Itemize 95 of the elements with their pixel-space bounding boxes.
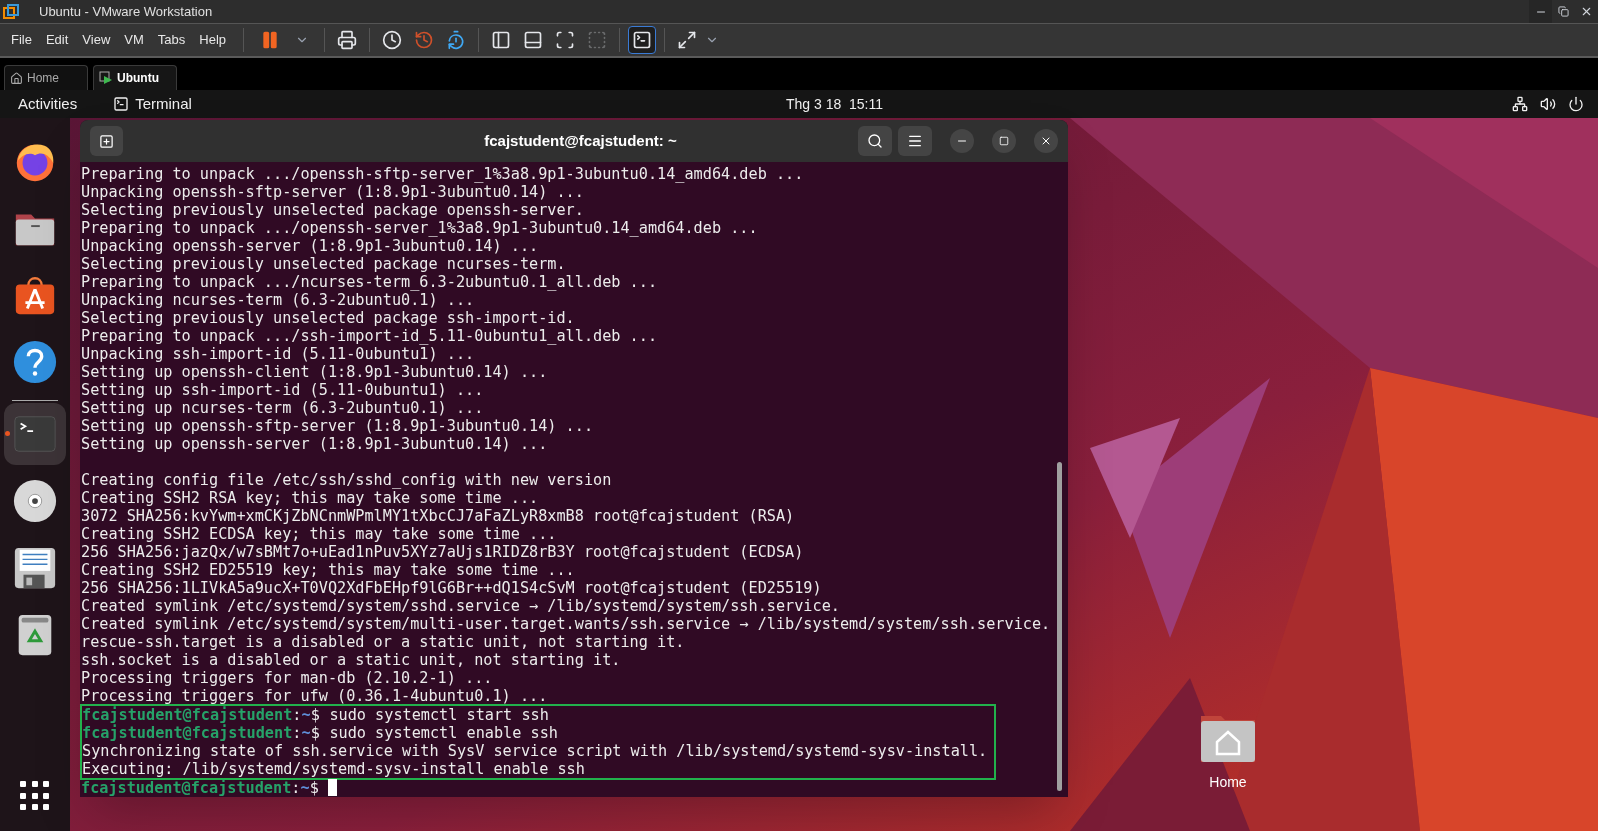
- network-icon[interactable]: [1512, 96, 1528, 112]
- terminal-output-line: Setting up openssh-client (1:8.9p1-3ubuntu0.14) ...: [81, 363, 548, 381]
- terminal-output-line: Preparing to unpack .../ncurses-term_6.3-2ubuntu0.1_all.deb ...: [81, 273, 658, 291]
- prompt-symbol: $: [310, 706, 321, 724]
- prompt-user-host: fcajstudent@fcajstudent: [82, 724, 293, 742]
- terminal-output-line: Setting up ssh-import-id (5.11-0ubuntu1) ...: [81, 381, 484, 399]
- terminal-output-line: Unpacking ncurses-term (6.3-2ubuntu0.1) ...: [81, 291, 475, 309]
- menu-item[interactable]: Help: [194, 30, 232, 50]
- prompt-path: ~: [300, 779, 310, 797]
- terminal-output-line: Created symlink /etc/systemd/system/sshd.service → /lib/systemd/system/ssh.service.: [81, 597, 840, 615]
- menu-item[interactable]: File: [6, 30, 37, 50]
- app-logo-icon: [3, 3, 19, 20]
- menu-item[interactable]: View: [77, 30, 116, 50]
- command-text: sudo systemctl enable ssh: [329, 724, 558, 742]
- terminal-button[interactable]: [628, 26, 657, 54]
- maximize-icon: [999, 136, 1009, 146]
- terminal-output-line: Unpacking ssh-import-id (5.11-0ubuntu1) ...: [81, 345, 475, 363]
- house-icon: [10, 71, 23, 85]
- terminal-output-line: Synchronizing state of ssh.service with SysV service script with /lib/systemd/systemd-sysv-install.: [82, 742, 988, 760]
- terminal-output-line: 256 SHA256:jazQx/w7sBMt7o+uEad1nPuv5XYz7aUjs1RIDZ8rB3Y root@fcajstudent (ECDSA): [81, 543, 804, 561]
- prompt-symbol: $: [309, 779, 320, 797]
- terminal-output-line: Preparing to unpack .../openssh-sftp-server_1%3a8.9p1-3ubuntu0.14_amd64.deb ...: [81, 165, 804, 183]
- clock[interactable]: Thg 3 18 15:11: [786, 93, 884, 115]
- terminal-icon: [113, 96, 130, 112]
- terminal-output-line: Creating SSH2 RSA key; this may take some time ...: [81, 489, 539, 507]
- disc-icon: [12, 478, 58, 524]
- terminal-output-line: 3072 SHA256:kvYwm+xmCKjZbNCnmWPmlMY1tXbcCJ7aFaZLyR8xmB8 root@fcajstudent (RSA): [81, 507, 795, 525]
- desktop-icon-label[interactable]: Home: [1209, 772, 1247, 793]
- terminal-output-line: rescue-ssh.target is a disabled or a static unit, not starting it.: [81, 633, 685, 651]
- terminal-output-line: Selecting previously unselected package openssh-server.: [81, 201, 584, 219]
- window-title: fcajstudent@fcajstudent: ~: [483, 130, 678, 151]
- terminal-output-line: Creating SSH2 ED25519 key; this may take some time ...: [81, 561, 575, 579]
- expand-icon: [677, 30, 698, 50]
- close-button[interactable]: [1034, 129, 1058, 153]
- vm-play-icon: [99, 71, 113, 85]
- terminal-output-line: Unpacking openssh-server (1:8.9p1-3ubuntu0.14) ...: [81, 237, 539, 255]
- close-icon: [1040, 135, 1052, 147]
- terminal-icon: [632, 30, 653, 50]
- history-icon: [414, 30, 435, 50]
- terminal-output-line: Creating config file /etc/ssh/sshd_config with new version: [81, 471, 612, 489]
- maximize-button[interactable]: [992, 129, 1016, 153]
- menu-button[interactable]: [898, 126, 932, 156]
- running-indicator: [5, 431, 10, 436]
- terminal-output-line: 256 SHA256:1LIVkA5a9ucX+T0VQ2XdFbEHpf9lG6Br++dQ1S4cSvM root@fcajstudent (ED25519): [81, 579, 822, 597]
- prompt-separator: :: [291, 779, 301, 797]
- search-icon: [867, 133, 883, 149]
- volume-icon[interactable]: [1540, 96, 1556, 112]
- window-title: Ubuntu - VMware Workstation: [39, 2, 213, 21]
- menu-icon: [907, 133, 923, 149]
- help-icon: [12, 339, 58, 385]
- menu-item[interactable]: VM: [119, 30, 149, 50]
- terminal-output-line: Preparing to unpack .../ssh-import-id_5.11-0ubuntu1_all.deb ...: [81, 327, 658, 345]
- prompt-separator: :: [292, 706, 302, 724]
- prompt-user-host: fcajstudent@fcajstudent: [82, 706, 293, 724]
- prompt-separator: :: [292, 724, 302, 742]
- app-menu-label[interactable]: Terminal: [135, 92, 192, 116]
- activities-button[interactable]: Activities: [18, 92, 78, 116]
- new-tab-button[interactable]: [90, 126, 123, 156]
- panel-icon: [523, 30, 544, 50]
- search-button[interactable]: [858, 126, 892, 156]
- terminal-output-line: Created symlink /etc/systemd/system/multi-user.target.wants/ssh.service → /lib/systemd/system/ssh.service.: [81, 615, 1051, 633]
- prompt-path: ~: [301, 706, 311, 724]
- terminal-output-line: Unpacking openssh-sftp-server (1:8.9p1-3ubuntu0.14) ...: [81, 183, 584, 201]
- sidebar-icon: [491, 30, 512, 50]
- prompt-path: ~: [301, 724, 311, 742]
- prompt-user-host: fcajstudent@fcajstudent: [81, 779, 292, 797]
- terminal-output-line: Selecting previously unselected package ncurses-term.: [81, 255, 566, 273]
- terminal-output-line: Processing triggers for ufw (0.36.1-4ubuntu0.1) ...: [81, 687, 548, 705]
- prompt-symbol: $: [310, 724, 321, 742]
- minimize-button[interactable]: [1529, 0, 1552, 23]
- vm-tab[interactable]: Ubuntu: [93, 65, 177, 90]
- terminal-output-line: Creating SSH2 ECDSA key; this may take some time ...: [81, 525, 557, 543]
- terminal-output-line: Setting up ncurses-term (6.3-2ubuntu0.1) ...: [81, 399, 484, 417]
- terminal-output-line: ssh.socket is a disabled or a static unit, not starting it.: [81, 651, 621, 669]
- menu-item[interactable]: Tabs: [152, 30, 191, 50]
- vm-tab[interactable]: Home: [4, 65, 88, 90]
- plus-icon: [99, 133, 114, 149]
- command-text: sudo systemctl start ssh: [329, 706, 549, 724]
- terminal-output-line: Setting up openssh-sftp-server (1:8.9p1-3ubuntu0.14) ...: [81, 417, 594, 435]
- scrollbar-thumb[interactable]: [1057, 462, 1062, 791]
- clock-icon: [382, 30, 403, 50]
- app-grid-button[interactable]: [18, 779, 52, 813]
- terminal-output-line: Processing triggers for man-db (2.10.2-1) ...: [81, 669, 493, 687]
- dashed-square-icon: [587, 30, 608, 50]
- terminal-output-line: Preparing to unpack .../openssh-server_1%3a8.9p1-3ubuntu0.14_amd64.deb ...: [81, 219, 758, 237]
- restore-icon: [1558, 6, 1569, 17]
- terminal-output-line: Selecting previously unselected package ssh-import-id.: [81, 309, 575, 327]
- menu-item[interactable]: Edit: [40, 30, 74, 50]
- terminal-output-line: Setting up openssh-server (1:8.9p1-3ubuntu0.14) ...: [81, 435, 548, 453]
- terminal-output-line: Executing: /lib/systemd/systemd-sysv-install enable ssh: [82, 760, 585, 778]
- printer-icon: [337, 30, 358, 50]
- power-icon[interactable]: [1568, 96, 1584, 112]
- close-icon: [1580, 5, 1593, 18]
- fullscreen-icon: [555, 30, 576, 50]
- minimize-button[interactable]: [950, 129, 974, 153]
